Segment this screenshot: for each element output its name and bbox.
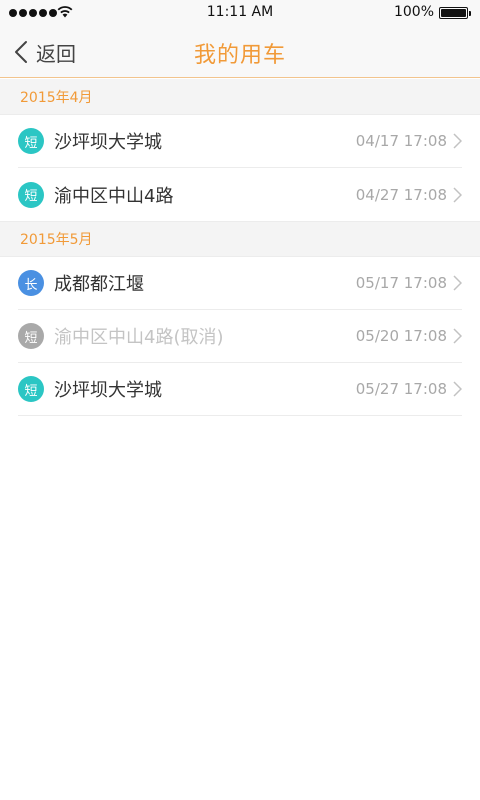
trip-type-badge: 短 (18, 181, 44, 208)
chevron-right-icon (453, 133, 462, 149)
navigation-bar: 返回 我的用车 (0, 26, 480, 78)
trip-type-badge: 短 (18, 128, 44, 154)
section-header: 2015年5月 (0, 221, 480, 257)
chevron-right-icon (453, 275, 462, 291)
trip-type-badge: 短 (18, 323, 44, 349)
page-title: 我的用车 (193, 43, 286, 68)
trip-destination: 渝中区中山4路(取消) (54, 327, 224, 348)
list-item[interactable]: 短 沙坪坝大学城 05/27 17:08 (18, 363, 462, 416)
chevron-right-icon (453, 381, 462, 397)
chevron-right-icon (453, 328, 462, 344)
list-item[interactable]: 短 渝中区中山4路 04/27 17:08 (18, 168, 462, 221)
trip-destination: 沙坪坝大学城 (54, 132, 162, 153)
section-header: 2015年4月 (0, 79, 480, 115)
trip-list: 2015年4月 短 沙坪坝大学城 04/17 17:08 短 渝中区中山4路 0… (0, 79, 480, 416)
trip-time: 05/20 17:08 (355, 327, 447, 345)
trip-destination: 沙坪坝大学城 (54, 380, 162, 401)
trip-type-badge: 长 (18, 270, 44, 296)
trip-time: 05/27 17:08 (355, 380, 447, 398)
battery-icon (439, 7, 471, 19)
chevron-right-icon (453, 186, 462, 203)
trip-destination: 渝中区中山4路 (54, 185, 174, 207)
trip-time: 04/17 17:08 (355, 132, 447, 150)
status-bar: 11:11 AM 100% (0, 0, 480, 26)
list-item[interactable]: 短 渝中区中山4路(取消) 05/20 17:08 (18, 310, 462, 363)
trip-time: 05/17 17:08 (355, 274, 447, 292)
trip-time: 04/27 17:08 (355, 185, 447, 204)
list-item[interactable]: 短 沙坪坝大学城 04/17 17:08 (18, 115, 462, 168)
trip-destination: 成都都江堰 (54, 274, 144, 295)
battery-percentage: 100% (393, 4, 434, 20)
trip-type-badge: 短 (18, 376, 44, 402)
list-item[interactable]: 长 成都都江堰 05/17 17:08 (18, 257, 462, 310)
